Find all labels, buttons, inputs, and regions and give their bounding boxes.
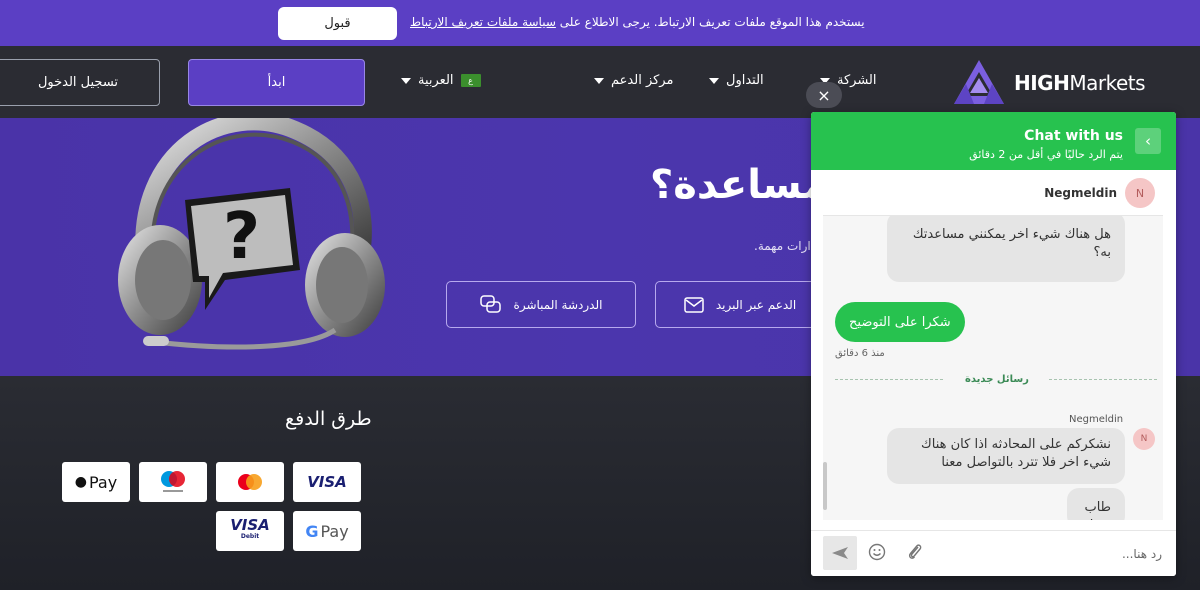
cookie-message: يستخدم هذا الموقع ملفات تعريف الارتباط. … — [559, 15, 865, 29]
visa-debit-label: VISA — [230, 516, 270, 534]
email-support-label: الدعم عبر البريد — [715, 297, 797, 312]
chevron-down-icon — [709, 77, 719, 84]
sender-name: Negmeldin — [1069, 414, 1124, 425]
chat-widget: Chat with us يتم الرد حاليًا في أقل من 2… — [811, 112, 1176, 576]
new-messages-label: رسائل جديدة — [965, 374, 1029, 385]
chat-agent-bar: N Negmeldin — [823, 170, 1163, 216]
nav-company-label: الشركة — [837, 73, 877, 88]
headset-illustration: ? — [118, 118, 385, 350]
message-bubble: هل هناك شيء اخر يمكنني مساعدتك به؟ — [887, 216, 1125, 282]
nav-language-label: العربية — [418, 73, 454, 88]
visa-card: VISA — [293, 462, 361, 502]
visa-debit-card: VISA Debit — [216, 511, 284, 551]
nav-support[interactable]: مركز الدعم — [594, 73, 673, 88]
apple-pay-label: Pay — [89, 472, 118, 492]
live-chat-label: الدردشة المباشرة — [513, 297, 603, 312]
site-logo[interactable]: HIGHMarkets — [952, 58, 1146, 108]
chat-subtitle: يتم الرد حاليًا في أقل من 2 دقائق — [969, 148, 1123, 161]
mastercard-icon — [238, 474, 262, 490]
agent-avatar: N — [1125, 178, 1155, 208]
language-flag-icon: ع — [460, 74, 481, 87]
google-pay-card: G Pay — [293, 511, 361, 551]
visa-debit-sub: Debit — [240, 533, 260, 540]
chevron-down-icon — [594, 77, 604, 84]
logo-icon — [954, 60, 1004, 104]
site-header: تسجيل الدخول ابدأ ع العربية مركز الدعم ا… — [0, 46, 1200, 118]
email-support-button[interactable]: الدعم عبر البريد — [655, 281, 825, 328]
hero-title: مساعدة؟ — [650, 162, 828, 208]
send-button[interactable] — [823, 536, 857, 570]
envelope-icon — [684, 296, 704, 313]
chat-scrollbar[interactable] — [823, 462, 827, 510]
chat-input-bar — [811, 530, 1176, 576]
google-pay-label: Pay — [320, 521, 349, 541]
divider — [835, 379, 943, 380]
nav-language[interactable]: ع العربية — [401, 73, 481, 88]
cookie-text: يستخدم هذا الموقع ملفات تعريف الارتباط. … — [410, 15, 865, 29]
smiley-icon — [868, 543, 886, 561]
google-icon: G — [305, 521, 319, 541]
sender-avatar: N — [1133, 428, 1155, 450]
chat-bubbles-icon — [479, 294, 501, 313]
hero-subtitle: ارات مهمة. — [754, 239, 811, 253]
cookie-accept-button[interactable]: قبول — [278, 7, 397, 40]
message-bubble: نشكركم على المحادثه اذا كان هناك شيء اخر… — [887, 428, 1125, 484]
logo-text: HIGHMarkets — [1014, 71, 1146, 95]
cookie-bar: يستخدم هذا الموقع ملفات تعريف الارتباط. … — [0, 0, 1200, 46]
chat-close-button[interactable]: × — [806, 82, 842, 108]
chevron-down-icon — [401, 77, 411, 84]
cookie-policy-link[interactable]: سياسة ملفات تعريف الارتباط — [410, 15, 556, 29]
nav-support-label: مركز الدعم — [611, 73, 674, 88]
logo-bold: HIGH — [1014, 71, 1070, 95]
nav-trading-label: التداول — [726, 73, 764, 88]
message-bubble: طاب يومك — [1067, 488, 1125, 520]
emoji-button[interactable] — [867, 542, 887, 562]
divider — [1049, 379, 1157, 380]
agent-name: Negmeldin — [1044, 186, 1117, 200]
payments-title: طرق الدفع — [285, 408, 372, 430]
message-time: منذ 6 دقائق — [835, 348, 885, 359]
chat-title: Chat with us — [1024, 128, 1123, 144]
chat-header: Chat with us يتم الرد حاليًا في أقل من 2… — [811, 112, 1176, 170]
live-chat-button[interactable]: الدردشة المباشرة — [446, 281, 636, 328]
chat-reply-input[interactable] — [962, 542, 1162, 566]
chat-messages: هل هناك شيء اخر يمكنني مساعدتك به؟ شكرا … — [823, 216, 1163, 520]
paperclip-icon — [908, 544, 922, 559]
visa-label: VISA — [307, 473, 347, 491]
message-bubble-outgoing: شكرا على التوضيح — [835, 302, 965, 342]
maestro-card — [139, 462, 207, 502]
apple-pay-card: ● Pay — [62, 462, 130, 502]
logo-rest: Markets — [1069, 71, 1146, 95]
nav-trading[interactable]: التداول — [709, 73, 764, 88]
login-button[interactable]: تسجيل الدخول — [0, 59, 160, 106]
svg-text:?: ? — [223, 200, 260, 274]
apple-icon: ● — [74, 474, 87, 490]
send-icon — [832, 547, 848, 559]
mastercard-card — [216, 462, 284, 502]
chevron-left-icon[interactable]: ‹ — [1135, 128, 1161, 154]
attach-button[interactable] — [905, 542, 925, 562]
start-button[interactable]: ابدأ — [188, 59, 365, 106]
maestro-icon — [161, 471, 185, 492]
